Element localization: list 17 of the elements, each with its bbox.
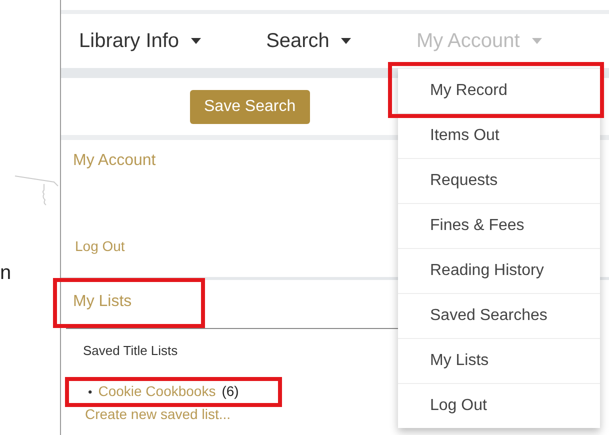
caret-icon bbox=[532, 38, 542, 44]
item-count: (6) bbox=[222, 383, 239, 399]
subheading: Saved Title Lists bbox=[83, 343, 178, 358]
list-bullet: • bbox=[88, 385, 92, 399]
nav-menu[interactable]: Search bbox=[266, 30, 352, 52]
dropdown-item[interactable]: Saved Searches bbox=[398, 293, 600, 338]
dropdown-item[interactable]: Reading History bbox=[398, 248, 600, 293]
caret-icon bbox=[191, 38, 202, 44]
dropdown-item[interactable]: Requests bbox=[398, 158, 600, 203]
dropdown-item[interactable]: Log Out bbox=[398, 383, 600, 428]
dropdown-item[interactable]: My Record bbox=[398, 68, 600, 113]
nav-menu[interactable]: Library Info bbox=[79, 30, 202, 52]
dropdown-item[interactable]: Fines & Fees bbox=[398, 203, 600, 248]
cut-off-text: n bbox=[0, 262, 12, 285]
caret-icon bbox=[341, 38, 352, 44]
dropdown-item[interactable]: My Lists bbox=[398, 338, 600, 383]
dropdown-item[interactable]: Items Out bbox=[398, 113, 600, 158]
